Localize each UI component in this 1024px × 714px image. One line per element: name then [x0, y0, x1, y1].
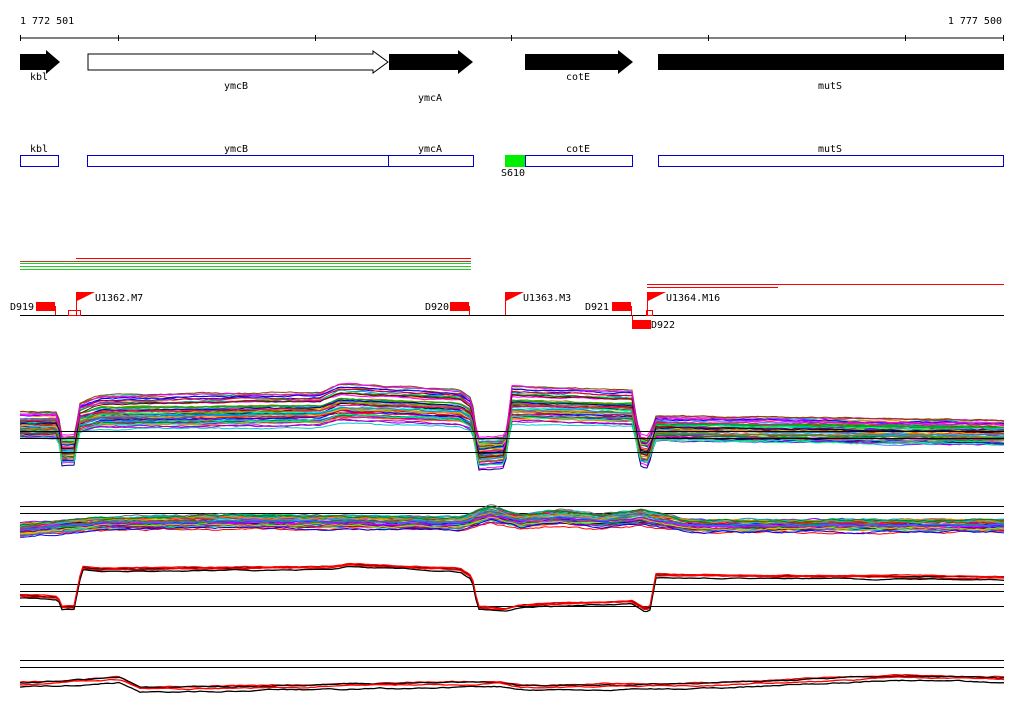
flag-U1364.M16[interactable]: U1364.M16 [646, 292, 721, 316]
gene-box-label: cotE [566, 144, 590, 155]
feature-track: D919 U1362.M7 D920 U1363.M3 D921 D922 U1… [10, 292, 1004, 331]
expression-summary [19, 562, 1005, 613]
promoter-label: S610 [501, 168, 525, 179]
gene-arrow-shape [658, 54, 1004, 70]
coordinate-ruler: 1 772 501 1 777 500 [20, 16, 1004, 41]
flag-base [68, 310, 81, 316]
terminator-D920[interactable]: D920 [425, 302, 470, 315]
terminator-block [450, 302, 469, 311]
gene-arrow-shape [20, 50, 60, 74]
feature-label: U1362.M7 [95, 293, 143, 304]
gene-label: mutS [818, 81, 842, 92]
gene-box-rect [87, 155, 389, 167]
ruler-start-label: 1 772 501 [20, 16, 74, 27]
gene-label: kbl [30, 72, 48, 83]
terminator-D922[interactable]: D922 [632, 315, 675, 331]
gene-box-label: ymcB [224, 144, 248, 155]
gene-box-label: mutS [818, 144, 842, 155]
feature-label: U1364.M16 [666, 293, 720, 304]
gene-arrow-shape [389, 50, 473, 74]
terminator-block [36, 302, 55, 311]
terminator-block [632, 320, 651, 329]
gene-box-rect [388, 155, 474, 167]
variance-profiles-multi [19, 504, 1005, 538]
gene-label: cotE [566, 72, 590, 83]
profile-line [19, 562, 1005, 610]
ruler-end-label: 1 777 500 [948, 16, 1002, 27]
feature-label: D922 [651, 320, 675, 331]
feature-label: D921 [585, 302, 609, 313]
gene-arrow-shape [525, 50, 633, 74]
gene-ymcB[interactable]: ymcB [87, 50, 389, 92]
gene-box-mutS[interactable]: mutS [658, 144, 1004, 167]
gene-label: ymcA [418, 93, 442, 104]
feature-label: D919 [10, 302, 34, 313]
variance-summary [19, 660, 1005, 693]
gene-box-rect [525, 155, 633, 167]
gene-ymcA[interactable]: ymcA [389, 50, 473, 104]
gene-box-ymcA[interactable]: ymcA [388, 144, 474, 167]
gene-arrow-shape [87, 50, 389, 74]
terminator-D921[interactable]: D921 [585, 302, 632, 315]
gene-label: ymcB [224, 81, 248, 92]
expression-profiles-multi [19, 382, 1005, 471]
gene-box-ymcB[interactable]: ymcB [87, 144, 389, 167]
gene-cotE[interactable]: cotE [525, 50, 633, 83]
transcript-track [20, 258, 1004, 288]
gene-box-label: kbl [30, 144, 48, 155]
gene-box-label: ymcA [418, 144, 442, 155]
promoter-S610[interactable]: S610 [501, 155, 525, 179]
gene-box-kbl[interactable]: kbl [20, 144, 59, 167]
gene-box-track: kbl ymcB ymcA S610 cotE mutS [20, 144, 1004, 179]
promoter-rect [505, 155, 525, 167]
gene-kbl[interactable]: kbl [20, 50, 60, 83]
gene-box-rect [20, 155, 59, 167]
gene-box-rect [658, 155, 1004, 167]
flag-pennant [77, 292, 95, 301]
feature-label: D920 [425, 302, 449, 313]
feature-label: U1363.M3 [523, 293, 571, 304]
flag-U1362.M7[interactable]: U1362.M7 [68, 292, 144, 316]
terminator-block [612, 302, 631, 311]
gene-arrow-track: kbl ymcB ymcA cotE mutS [20, 50, 1004, 104]
flag-U1363.M3[interactable]: U1363.M3 [505, 292, 572, 315]
profile-line [19, 565, 1005, 613]
terminator-D919[interactable]: D919 [10, 302, 56, 315]
genome-browser-canvas: 1 772 501 1 777 500 kbl ymcB ymcA cotE m… [10, 16, 1005, 693]
gene-box-cotE[interactable]: cotE [525, 144, 633, 167]
flag-pennant [506, 292, 524, 301]
flag-pennant [648, 292, 666, 301]
gene-mutS[interactable]: mutS [658, 54, 1004, 92]
